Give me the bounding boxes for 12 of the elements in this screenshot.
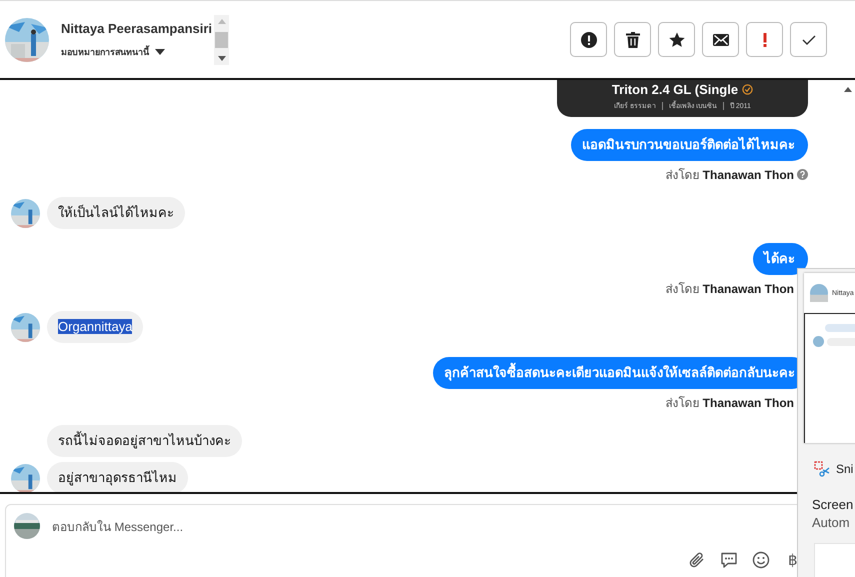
contact-name: Nittaya Peerasampansiri — [61, 20, 212, 36]
sent-by-text: ส่งโดย Thanawan Thon — [665, 166, 794, 184]
notification-text: Autom — [812, 515, 850, 530]
sent-by-text: ส่งโดย Thanawan Thon — [665, 394, 794, 412]
message-bubble: แอดมินรบกวนขอเบอร์ติดต่อได้ไหมคะ — [571, 129, 808, 161]
app-name: Sni — [836, 462, 854, 476]
message-bubble: อยู่สาขาอุดรธานีไหม — [47, 462, 188, 492]
sent-by-text: ส่งโดย Thanawan Thon — [665, 280, 794, 298]
message-bubble: ได้คะ — [753, 243, 808, 275]
product-title: Triton 2.4 GL (Single — [612, 82, 738, 97]
message-bubble: ให้เป็นไลน์ได้ไหมคะ — [47, 197, 185, 229]
message-bubble: รถนี้ไม่จอดอยู่สาขาไหนบ้างคะ — [47, 425, 242, 457]
